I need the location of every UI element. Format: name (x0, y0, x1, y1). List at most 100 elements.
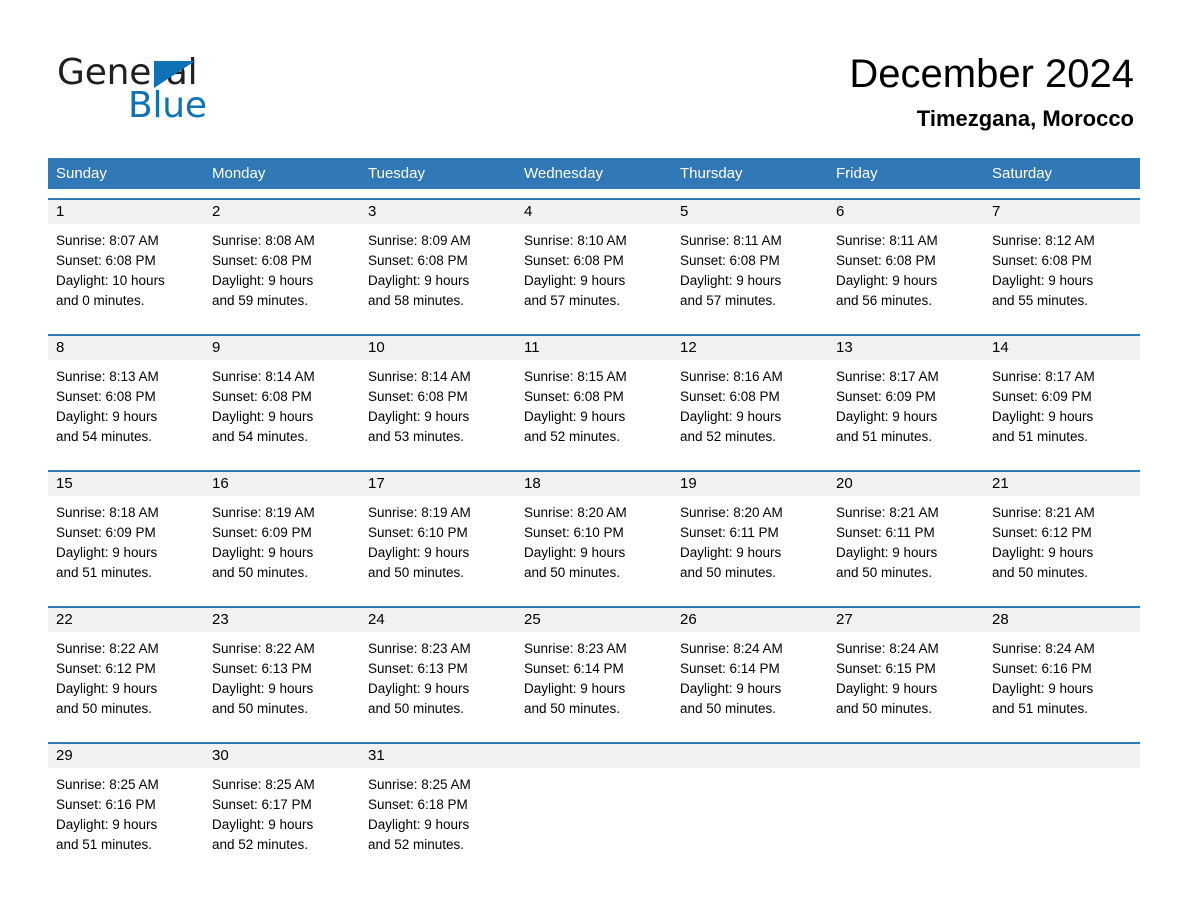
day-cell[interactable]: Sunrise: 8:23 AM Sunset: 6:13 PM Dayligh… (360, 632, 516, 733)
week-date-numbers: 8 9 10 11 12 13 14 (48, 336, 1140, 360)
date-number[interactable]: 3 (360, 200, 516, 224)
day-cell[interactable]: Sunrise: 8:25 AM Sunset: 6:17 PM Dayligh… (204, 768, 360, 869)
date-number[interactable]: 22 (48, 608, 204, 632)
sunset-text: Sunset: 6:10 PM (368, 525, 468, 540)
date-number[interactable]: 18 (516, 472, 672, 496)
daylight-text-line1: Daylight: 9 hours (524, 273, 626, 288)
day-cell[interactable]: Sunrise: 8:08 AM Sunset: 6:08 PM Dayligh… (204, 224, 360, 325)
sunset-text: Sunset: 6:08 PM (524, 389, 624, 404)
date-number[interactable]: 21 (984, 472, 1140, 496)
day-cell[interactable]: Sunrise: 8:12 AM Sunset: 6:08 PM Dayligh… (984, 224, 1140, 325)
day-cell[interactable]: Sunrise: 8:19 AM Sunset: 6:10 PM Dayligh… (360, 496, 516, 597)
day-cell[interactable]: Sunrise: 8:14 AM Sunset: 6:08 PM Dayligh… (360, 360, 516, 461)
day-cell[interactable]: Sunrise: 8:13 AM Sunset: 6:08 PM Dayligh… (48, 360, 204, 461)
date-number[interactable]: 1 (48, 200, 204, 224)
day-cell[interactable]: Sunrise: 8:14 AM Sunset: 6:08 PM Dayligh… (204, 360, 360, 461)
calendar-week-row: 8 9 10 11 12 13 14 Sunrise: 8:13 AM Suns… (48, 334, 1140, 461)
daylight-text-line1: Daylight: 9 hours (368, 681, 470, 696)
daylight-text-line1: Daylight: 9 hours (56, 681, 158, 696)
daylight-text-line1: Daylight: 9 hours (836, 545, 938, 560)
sunrise-text: Sunrise: 8:24 AM (680, 641, 783, 656)
sunrise-text: Sunrise: 8:19 AM (368, 505, 471, 520)
daylight-text-line2: and 57 minutes. (524, 293, 621, 308)
daylight-text-line2: and 50 minutes. (524, 701, 621, 716)
day-cell[interactable]: Sunrise: 8:19 AM Sunset: 6:09 PM Dayligh… (204, 496, 360, 597)
day-cell[interactable]: Sunrise: 8:20 AM Sunset: 6:10 PM Dayligh… (516, 496, 672, 597)
day-cell[interactable]: Sunrise: 8:17 AM Sunset: 6:09 PM Dayligh… (828, 360, 984, 461)
day-cell[interactable]: Sunrise: 8:20 AM Sunset: 6:11 PM Dayligh… (672, 496, 828, 597)
daylight-text-line1: Daylight: 9 hours (836, 273, 938, 288)
date-number[interactable]: 15 (48, 472, 204, 496)
daylight-text-line2: and 52 minutes. (524, 429, 621, 444)
day-cell[interactable]: Sunrise: 8:24 AM Sunset: 6:16 PM Dayligh… (984, 632, 1140, 733)
sunset-text: Sunset: 6:08 PM (836, 253, 936, 268)
date-number[interactable]: 28 (984, 608, 1140, 632)
date-number[interactable]: 19 (672, 472, 828, 496)
date-number[interactable]: 9 (204, 336, 360, 360)
daylight-text-line1: Daylight: 9 hours (836, 409, 938, 424)
date-number[interactable]: 11 (516, 336, 672, 360)
date-number[interactable]: 23 (204, 608, 360, 632)
day-cell[interactable]: Sunrise: 8:09 AM Sunset: 6:08 PM Dayligh… (360, 224, 516, 325)
sunset-text: Sunset: 6:16 PM (992, 661, 1092, 676)
sunset-text: Sunset: 6:08 PM (680, 253, 780, 268)
day-cell[interactable]: Sunrise: 8:11 AM Sunset: 6:08 PM Dayligh… (828, 224, 984, 325)
day-cell[interactable]: Sunrise: 8:24 AM Sunset: 6:14 PM Dayligh… (672, 632, 828, 733)
date-number[interactable]: 17 (360, 472, 516, 496)
daylight-text-line2: and 50 minutes. (212, 565, 309, 580)
date-number[interactable]: 30 (204, 744, 360, 768)
sunset-text: Sunset: 6:14 PM (524, 661, 624, 676)
day-cell[interactable]: Sunrise: 8:10 AM Sunset: 6:08 PM Dayligh… (516, 224, 672, 325)
date-number[interactable]: 7 (984, 200, 1140, 224)
day-cell-empty (516, 768, 672, 869)
generalblue-logo[interactable]: General Blue (57, 53, 287, 126)
date-number[interactable]: 13 (828, 336, 984, 360)
daylight-text-line2: and 52 minutes. (368, 837, 465, 852)
date-number[interactable]: 8 (48, 336, 204, 360)
date-number[interactable]: 2 (204, 200, 360, 224)
day-cell[interactable]: Sunrise: 8:24 AM Sunset: 6:15 PM Dayligh… (828, 632, 984, 733)
sunrise-text: Sunrise: 8:25 AM (56, 777, 159, 792)
sunset-text: Sunset: 6:16 PM (56, 797, 156, 812)
day-cell[interactable]: Sunrise: 8:07 AM Sunset: 6:08 PM Dayligh… (48, 224, 204, 325)
sunset-text: Sunset: 6:17 PM (212, 797, 312, 812)
date-number[interactable]: 25 (516, 608, 672, 632)
daylight-text-line2: and 52 minutes. (680, 429, 777, 444)
date-number[interactable]: 24 (360, 608, 516, 632)
day-cell[interactable]: Sunrise: 8:17 AM Sunset: 6:09 PM Dayligh… (984, 360, 1140, 461)
date-number[interactable]: 27 (828, 608, 984, 632)
daylight-text-line1: Daylight: 9 hours (368, 409, 470, 424)
date-number[interactable]: 31 (360, 744, 516, 768)
date-number[interactable]: 14 (984, 336, 1140, 360)
day-cell-empty (828, 768, 984, 869)
day-cell[interactable]: Sunrise: 8:21 AM Sunset: 6:12 PM Dayligh… (984, 496, 1140, 597)
sunset-text: Sunset: 6:13 PM (212, 661, 312, 676)
daylight-text-line2: and 50 minutes. (836, 565, 933, 580)
day-cell[interactable]: Sunrise: 8:18 AM Sunset: 6:09 PM Dayligh… (48, 496, 204, 597)
day-cell[interactable]: Sunrise: 8:21 AM Sunset: 6:11 PM Dayligh… (828, 496, 984, 597)
day-cell[interactable]: Sunrise: 8:16 AM Sunset: 6:08 PM Dayligh… (672, 360, 828, 461)
sunrise-text: Sunrise: 8:07 AM (56, 233, 159, 248)
day-cell[interactable]: Sunrise: 8:15 AM Sunset: 6:08 PM Dayligh… (516, 360, 672, 461)
date-number[interactable]: 12 (672, 336, 828, 360)
date-number[interactable]: 4 (516, 200, 672, 224)
day-cell[interactable]: Sunrise: 8:11 AM Sunset: 6:08 PM Dayligh… (672, 224, 828, 325)
day-cell[interactable]: Sunrise: 8:22 AM Sunset: 6:12 PM Dayligh… (48, 632, 204, 733)
date-number[interactable]: 5 (672, 200, 828, 224)
daylight-text-line2: and 56 minutes. (836, 293, 933, 308)
day-cell[interactable]: Sunrise: 8:23 AM Sunset: 6:14 PM Dayligh… (516, 632, 672, 733)
date-number[interactable]: 29 (48, 744, 204, 768)
sunrise-text: Sunrise: 8:14 AM (368, 369, 471, 384)
date-number[interactable]: 10 (360, 336, 516, 360)
daylight-text-line1: Daylight: 10 hours (56, 273, 165, 288)
daylight-text-line2: and 50 minutes. (368, 565, 465, 580)
day-cell[interactable]: Sunrise: 8:22 AM Sunset: 6:13 PM Dayligh… (204, 632, 360, 733)
sunset-text: Sunset: 6:15 PM (836, 661, 936, 676)
date-number[interactable]: 6 (828, 200, 984, 224)
day-cell[interactable]: Sunrise: 8:25 AM Sunset: 6:18 PM Dayligh… (360, 768, 516, 869)
daylight-text-line1: Daylight: 9 hours (992, 545, 1094, 560)
day-cell[interactable]: Sunrise: 8:25 AM Sunset: 6:16 PM Dayligh… (48, 768, 204, 869)
date-number[interactable]: 16 (204, 472, 360, 496)
date-number[interactable]: 20 (828, 472, 984, 496)
date-number[interactable]: 26 (672, 608, 828, 632)
